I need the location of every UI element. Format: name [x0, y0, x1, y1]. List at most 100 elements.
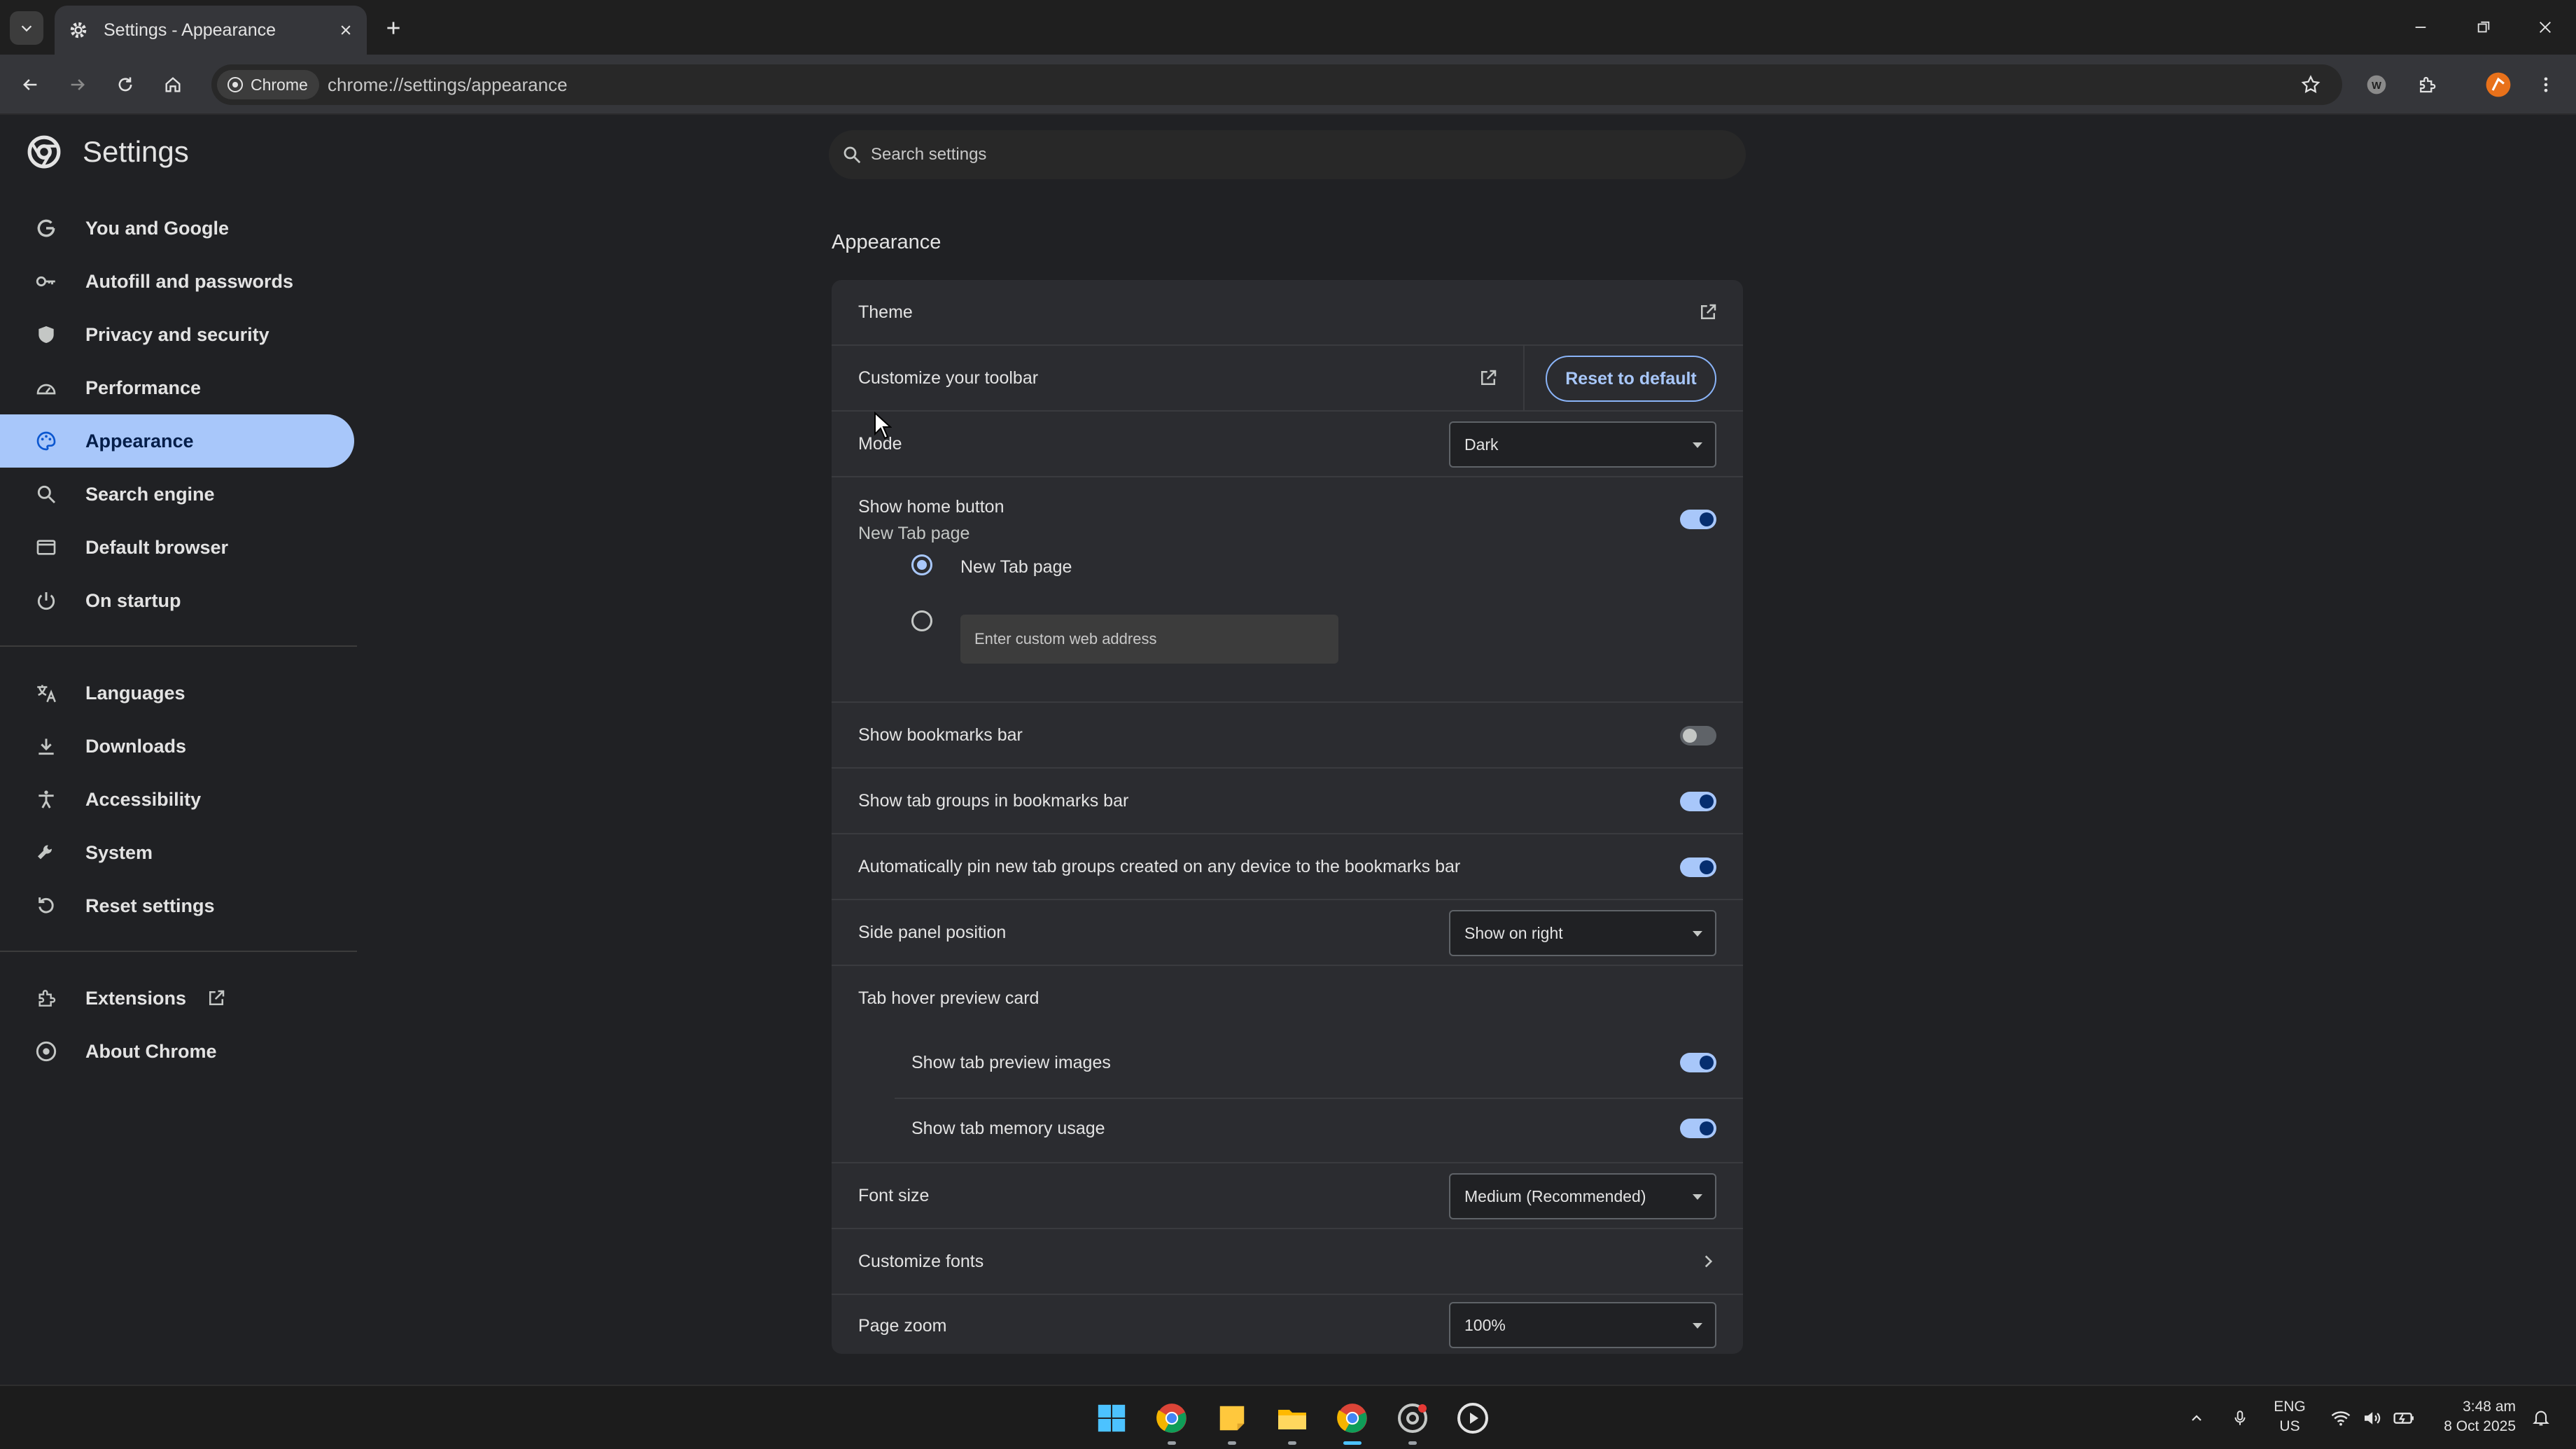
extension-w-icon: W [2367, 75, 2386, 94]
preview-images-label: Show tab preview images [911, 1053, 1111, 1072]
font-size-select[interactable]: Medium (Recommended) [1449, 1173, 1716, 1219]
sidebar-item-accessibility[interactable]: Accessibility [0, 773, 354, 826]
close-tab-icon[interactable] [332, 16, 360, 44]
reset-to-default-button[interactable]: Reset to default [1546, 356, 1716, 402]
input-language[interactable]: ENG US [2272, 1397, 2307, 1436]
profile-avatar-button[interactable] [2481, 67, 2516, 102]
svg-text:W: W [2372, 80, 2381, 92]
notification-bell-icon[interactable] [2527, 1404, 2555, 1432]
mode-select[interactable]: Dark [1449, 421, 1716, 468]
browser-menu-button[interactable] [2528, 67, 2563, 102]
accessibility-icon [32, 785, 60, 813]
page-zoom-row: Page zoom 100% [832, 1294, 1743, 1354]
tray-overflow-chevron-icon[interactable] [2183, 1404, 2211, 1432]
bookmark-star-button[interactable] [2295, 69, 2327, 101]
new-tab-radio[interactable] [911, 554, 932, 575]
url-text[interactable]: chrome://settings/appearance [328, 74, 568, 96]
open-in-new-icon[interactable] [1474, 364, 1502, 392]
running-indicator [1228, 1441, 1236, 1445]
wifi-icon[interactable] [2327, 1404, 2355, 1432]
page-zoom-select[interactable]: 100% [1449, 1302, 1716, 1348]
side-panel-select[interactable]: Show on right [1449, 910, 1716, 956]
volume-icon[interactable] [2358, 1404, 2386, 1432]
address-bar[interactable]: Chrome chrome://settings/appearance [211, 64, 2342, 105]
sidebar-item-languages[interactable]: Languages [0, 666, 354, 720]
memory-usage-toggle[interactable] [1680, 1119, 1716, 1138]
windows-taskbar: ENG US 3:48 am 8 Oct 2025 [0, 1385, 2576, 1449]
more-vertical-icon [2544, 77, 2548, 92]
row-divider [895, 1098, 1743, 1099]
custom-address-radio[interactable] [911, 610, 932, 631]
dropdown-caret-icon [1693, 1323, 1702, 1329]
extension-w-button[interactable]: W [2359, 67, 2394, 102]
taskbar-chrome-profile-app[interactable] [1149, 1396, 1194, 1445]
home-button-toggle[interactable] [1680, 510, 1716, 529]
nav-divider [0, 645, 357, 647]
theme-row[interactable]: Theme [832, 280, 1743, 344]
google-g-icon [32, 214, 60, 242]
sidebar-item-reset-settings[interactable]: Reset settings [0, 879, 354, 932]
translate-icon [32, 679, 60, 707]
microphone-icon[interactable] [2226, 1404, 2254, 1432]
mode-row: Mode Dark [832, 410, 1743, 476]
sidebar-item-downloads[interactable]: Downloads [0, 720, 354, 773]
taskbar-sticky-notes-app[interactable] [1210, 1396, 1254, 1445]
forward-button[interactable] [60, 67, 95, 102]
start-button[interactable] [1089, 1396, 1134, 1441]
chrome-logo-icon [227, 77, 243, 92]
open-in-new-icon[interactable] [1694, 298, 1722, 326]
active-tab[interactable]: Settings - Appearance [55, 6, 367, 55]
sidebar-item-label: Accessibility [85, 788, 202, 810]
tab-search-button[interactable] [10, 11, 43, 45]
sidebar-item-system[interactable]: System [0, 826, 354, 879]
sidebar-item-privacy[interactable]: Privacy and security [0, 308, 354, 361]
back-button[interactable] [13, 67, 48, 102]
sidebar-item-label: Appearance [85, 430, 194, 451]
taskbar-chrome-app[interactable] [1330, 1396, 1375, 1445]
minimize-button[interactable] [2400, 10, 2442, 45]
sidebar-item-search-engine[interactable]: Search engine [0, 468, 354, 521]
sidebar-item-extensions[interactable]: Extensions [0, 972, 354, 1025]
sidebar-item-you-and-google[interactable]: You and Google [0, 202, 354, 255]
tab-groups-toggle[interactable] [1680, 792, 1716, 811]
hover-card-label: Tab hover preview card [858, 988, 1040, 1008]
side-panel-row: Side panel position Show on right [832, 899, 1743, 965]
close-window-button[interactable] [2524, 10, 2566, 45]
sidebar-item-performance[interactable]: Performance [0, 361, 354, 414]
sidebar-item-label: Downloads [85, 735, 187, 757]
preview-images-toggle[interactable] [1680, 1053, 1716, 1072]
search-settings-input[interactable]: Search settings [829, 130, 1746, 179]
taskbar-chrome-dev-app[interactable] [1390, 1396, 1435, 1445]
page-zoom-label: Page zoom [858, 1316, 947, 1336]
new-tab-button[interactable] [378, 13, 409, 43]
reload-button[interactable] [108, 67, 143, 102]
active-indicator [1343, 1441, 1362, 1445]
home-button-label: Show home button [858, 497, 1004, 517]
font-size-row: Font size Medium (Recommended) [832, 1162, 1743, 1228]
taskbar-media-player-app[interactable] [1450, 1396, 1495, 1441]
sidebar-item-default-browser[interactable]: Default browser [0, 521, 354, 574]
bookmarks-bar-toggle[interactable] [1680, 726, 1716, 746]
taskbar-file-explorer-app[interactable] [1270, 1396, 1315, 1445]
customize-fonts-row[interactable]: Customize fonts [832, 1228, 1743, 1294]
battery-icon[interactable] [2390, 1404, 2418, 1432]
auto-pin-toggle[interactable] [1680, 858, 1716, 877]
home-button-row: Show home button New Tab page New Tab pa… [832, 476, 1743, 701]
custom-address-input[interactable] [960, 615, 1338, 664]
sidebar-item-autofill[interactable]: Autofill and passwords [0, 255, 354, 308]
puzzle-icon [2420, 76, 2436, 93]
sidebar-item-label: Search engine [85, 483, 215, 505]
sidebar-item-appearance[interactable]: Appearance [0, 414, 354, 468]
sidebar-item-about-chrome[interactable]: About Chrome [0, 1025, 354, 1078]
restore-button[interactable] [2463, 10, 2505, 45]
sidebar-item-on-startup[interactable]: On startup [0, 574, 354, 627]
clock[interactable]: 3:48 am 8 Oct 2025 [2432, 1397, 2516, 1436]
home-button[interactable] [155, 67, 190, 102]
sidebar-item-label: Reset settings [85, 895, 215, 916]
tab-groups-label: Show tab groups in bookmarks bar [858, 791, 1129, 811]
search-icon [844, 146, 861, 164]
font-size-label: Font size [858, 1186, 930, 1205]
extensions-button[interactable] [2409, 67, 2444, 102]
title-bar: Settings - Appearance [0, 0, 2576, 55]
site-info-chip[interactable]: Chrome [217, 70, 319, 99]
